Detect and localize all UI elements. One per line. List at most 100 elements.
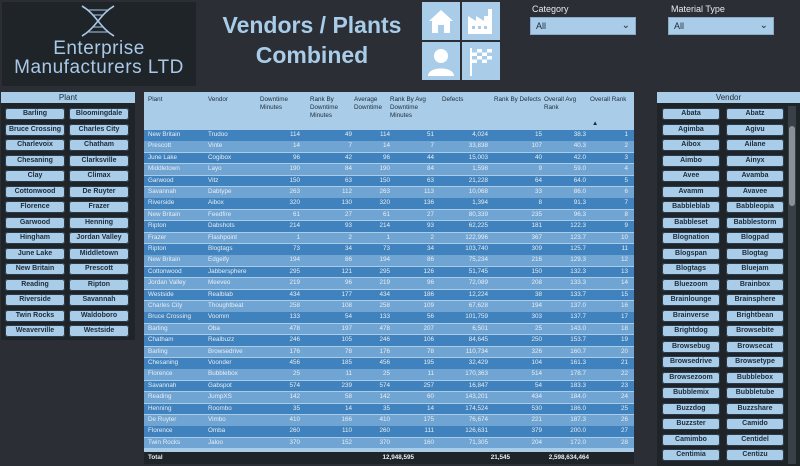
vendor-filter-chip[interactable]: Babbleblab xyxy=(662,201,720,213)
plant-filter-chip[interactable]: Frazer xyxy=(69,201,129,213)
vendor-filter-chip[interactable]: Agivu xyxy=(726,123,784,136)
plant-filter-chip[interactable]: Westside xyxy=(69,325,129,337)
column-header[interactable]: Downtime Minutes xyxy=(260,96,304,112)
vendor-filter-chip[interactable]: Blogtags xyxy=(662,263,720,275)
table-row[interactable]: Cottonwood Jabbersphere 295 121 295 126 51,745… xyxy=(144,266,634,278)
vendor-filter-chip[interactable]: Centidel xyxy=(726,433,784,446)
vendor-filter-chip[interactable]: Aibox xyxy=(662,139,720,151)
vendor-filter-chip[interactable]: Abata xyxy=(662,108,720,120)
table-row[interactable]: Barling Browsedrive 176 78 176 78 110,734 326 16… xyxy=(144,346,634,358)
home-nav-button[interactable] xyxy=(422,2,460,40)
plant-filter-chip[interactable]: Hingham xyxy=(5,232,65,244)
vendor-filter-chip[interactable]: Brainsphere xyxy=(726,294,784,306)
plant-filter-chip[interactable]: Clarksville xyxy=(69,154,129,167)
plant-filter-chip[interactable]: Henning xyxy=(69,216,129,229)
vendor-filter-chip[interactable]: Buzzshare xyxy=(726,402,784,415)
column-header[interactable]: Plant xyxy=(148,96,206,104)
vendor-filter-chip[interactable]: Bluezoom xyxy=(662,278,720,291)
plant-filter-chip[interactable]: Ripton xyxy=(69,278,129,291)
vendor-filter-chip[interactable]: Bluejam xyxy=(726,263,784,275)
column-header[interactable]: Average Downtime xyxy=(354,96,390,112)
column-header[interactable]: Overall Rank xyxy=(590,96,630,104)
vendor-filter-chip[interactable]: Avamba xyxy=(726,170,784,182)
plant-filter-chip[interactable]: Savannah xyxy=(69,294,129,306)
vendor-filter-chip[interactable]: Brainlounge xyxy=(662,294,720,306)
table-row[interactable]: Barling Oba 478 197 478 207 6,501 25 143.0 18 xyxy=(144,323,634,335)
vendor-filter-chip[interactable]: Brightdog xyxy=(662,325,720,337)
table-row[interactable]: De Ruyter Vimbo 410 166 410 175 76,674 221 187.3… xyxy=(144,415,634,426)
plant-filter-chip[interactable]: Chesaning xyxy=(5,154,65,167)
table-row[interactable]: Chesaning Voonder 456 185 456 195 32,429 104 161… xyxy=(144,358,634,369)
table-row[interactable]: Frazer Flashpoint 1 2 1 2 122,996 367 123.7 10 xyxy=(144,232,634,244)
vendor-filter-chip[interactable]: Browsecat xyxy=(726,340,784,353)
vendor-filter-chip[interactable]: Avamm xyxy=(662,185,720,198)
column-header[interactable]: Vendor xyxy=(208,96,258,104)
vendor-filter-chip[interactable]: Aimbo xyxy=(662,154,720,167)
plant-filter-chip[interactable]: Riverside xyxy=(5,294,65,306)
vendor-filter-chip[interactable]: Camimbo xyxy=(662,433,720,446)
plant-filter-chip[interactable]: Garwood xyxy=(5,216,65,229)
vendor-filter-chip[interactable]: Brightbean xyxy=(726,309,784,322)
table-row[interactable]: Bruce Crossing Voomm 133 54 133 56 101,759 303 1… xyxy=(144,312,634,323)
vendor-filter-chip[interactable]: Browsetype xyxy=(726,356,784,368)
table-row[interactable]: Reading JumpXS 142 58 142 60 143,201 434 184.0 24 xyxy=(144,392,634,403)
vendor-filter-chip[interactable]: Camido xyxy=(726,418,784,430)
table-row[interactable]: June Lake Cogibox 96 42 96 44 15,003 40 42.0 3 xyxy=(144,152,634,164)
vendor-filter-chip[interactable]: Buzzster xyxy=(662,418,720,430)
plant-filter-chip[interactable]: Jordan Valley xyxy=(69,232,129,244)
table-row[interactable]: Savannah Gabspot 574 239 574 257 16,847 54 183.3… xyxy=(144,380,634,392)
table-row[interactable]: Middletown Layo 190 84 190 84 1,598 9 59.0 4 xyxy=(144,164,634,175)
vendor-filter-chip[interactable]: Browsebug xyxy=(662,340,720,353)
material-type-dropdown[interactable]: All ⌄ xyxy=(668,17,774,35)
table-row[interactable]: Prescott Vinte 14 7 14 7 33,838 107 40.3 2 xyxy=(144,141,634,152)
vendor-filter-chip[interactable]: Browsebite xyxy=(726,325,784,337)
vendor-filter-chip[interactable]: Blognation xyxy=(662,232,720,244)
column-header[interactable]: Rank By Avg Downtime Minutes xyxy=(390,96,434,120)
plant-filter-chip[interactable]: Barling xyxy=(5,108,65,120)
vendor-filter-chip[interactable]: Brainbox xyxy=(726,278,784,291)
plant-filter-chip[interactable]: Middletown xyxy=(69,247,129,260)
table-row[interactable]: Florence Bubblebox 25 11 25 11 170,363 514 178.7… xyxy=(144,369,634,380)
vendor-filter-chip[interactable]: Bubblemix xyxy=(662,387,720,399)
column-header[interactable]: Overall Avg Rank xyxy=(544,96,586,112)
vendor-filter-chip[interactable]: Ainyx xyxy=(726,154,784,167)
vendor-filter-chip[interactable]: Abatz xyxy=(726,108,784,120)
vendor-filter-chip[interactable]: Bubbletube xyxy=(726,387,784,399)
plant-filter-chip[interactable]: Weaverville xyxy=(5,325,65,337)
table-row[interactable]: New Britain Edgeify 194 86 194 86 75,234 216 129… xyxy=(144,255,634,266)
vendor-scrollbar[interactable] xyxy=(788,106,796,464)
plant-filter-chip[interactable]: De Ruyter xyxy=(69,185,129,198)
plant-filter-chip[interactable]: Bloomingdale xyxy=(69,108,129,120)
table-row[interactable]: Ripton Dabshots 214 93 214 93 62,225 181 122.3 9 xyxy=(144,221,634,232)
table-row[interactable]: Chatham Realbuzz 246 105 246 106 84,645 250 153.… xyxy=(144,335,634,346)
plant-filter-chip[interactable]: Cottonwood xyxy=(5,185,65,198)
vendor-filter-chip[interactable]: Centimia xyxy=(662,449,720,461)
plant-filter-chip[interactable]: Reading xyxy=(5,278,65,291)
table-row[interactable]: New Britain Feedfire 61 27 61 27 80,339 235 96.3… xyxy=(144,209,634,221)
plant-filter-chip[interactable]: Climax xyxy=(69,170,129,182)
table-row[interactable]: Riverside Aibox 320 130 320 136 1,394 8 91.3 7 xyxy=(144,198,634,209)
column-header[interactable]: Rank By Downtime Minutes xyxy=(310,96,352,120)
vendor-filter-chip[interactable]: Babblestorm xyxy=(726,216,784,229)
column-header[interactable]: Rank By Defects xyxy=(494,96,542,104)
plant-filter-chip[interactable]: Chatham xyxy=(69,139,129,151)
table-row[interactable]: Jordan Valley Meeveo 219 96 219 96 72,089 208 13… xyxy=(144,278,634,289)
vendor-filter-chip[interactable]: Centizu xyxy=(726,449,784,461)
category-dropdown[interactable]: All ⌄ xyxy=(530,17,636,35)
summary-nav-button[interactable] xyxy=(462,42,500,80)
plant-filter-chip[interactable]: Florence xyxy=(5,201,65,213)
vendor-filter-chip[interactable]: Avavee xyxy=(726,185,784,198)
vendor-filter-chip[interactable]: Buzzdog xyxy=(662,402,720,415)
vendor-filter-chip[interactable]: Blogtag xyxy=(726,247,784,260)
vendor-filter-chip[interactable]: Babbleopia xyxy=(726,201,784,213)
vendor-filter-chip[interactable]: Babbleset xyxy=(662,216,720,229)
plant-filter-chip[interactable]: Charles City xyxy=(69,123,129,136)
table-row[interactable]: New Britain Trudoo 114 49 114 51 4,024 15 38.3 1 xyxy=(144,130,634,141)
table-row[interactable]: Florence Omba 260 110 260 111 126,631 379 200.0 2… xyxy=(144,426,634,437)
vendor-scrollbar-thumb[interactable] xyxy=(789,126,795,206)
vendor-filter-chip[interactable]: Bubblebox xyxy=(726,371,784,384)
plant-filter-chip[interactable]: Waldoboro xyxy=(69,309,129,322)
vendor-filter-chip[interactable]: Browsezoom xyxy=(662,371,720,384)
plant-filter-chip[interactable]: Prescott xyxy=(69,263,129,275)
vendor-filter-chip[interactable]: Blogpad xyxy=(726,232,784,244)
